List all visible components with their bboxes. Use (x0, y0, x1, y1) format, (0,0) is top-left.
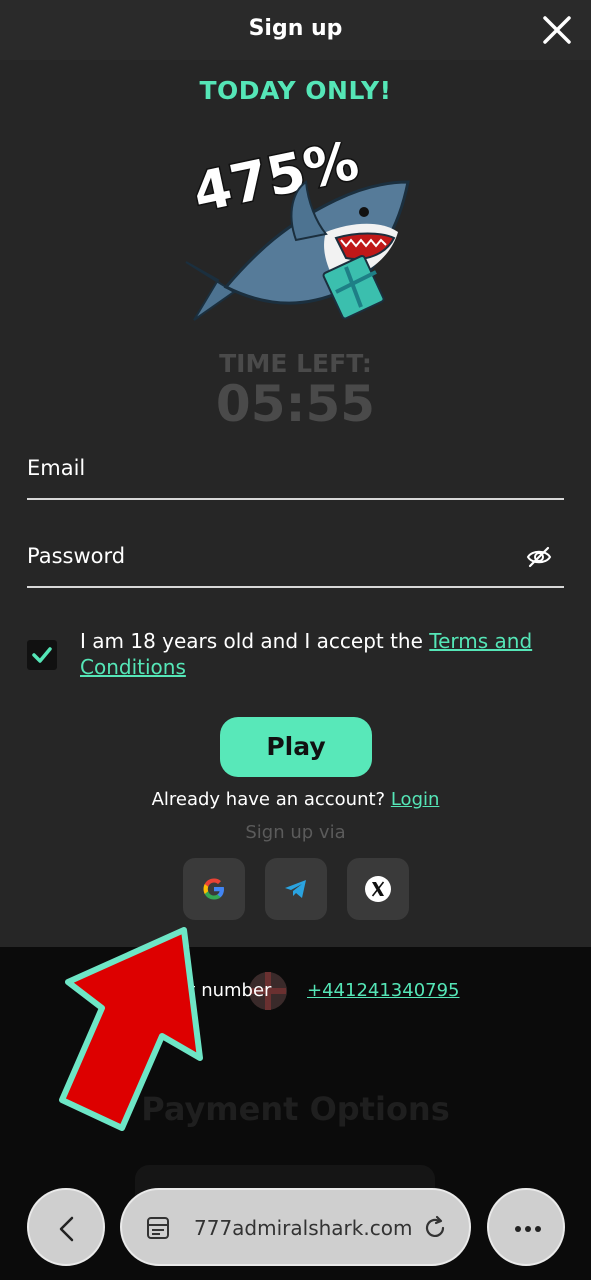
signup-modal: TODAY ONLY! 475% TIME LEFT: 05:55 Email … (0, 60, 591, 947)
email-label: Email (27, 456, 86, 480)
red-arrow-annotation (59, 927, 203, 1131)
close-icon[interactable] (541, 14, 573, 46)
hide-password-icon[interactable] (526, 544, 552, 570)
reload-icon[interactable] (421, 1214, 449, 1242)
password-label: Password (27, 544, 126, 568)
x-icon (365, 876, 391, 902)
back-button[interactable] (27, 1188, 105, 1266)
login-prompt: Already have an account? Login (0, 789, 591, 810)
page-title: Sign up (248, 16, 343, 41)
countdown-timer: 05:55 (215, 375, 376, 433)
x-signup-button[interactable] (347, 858, 409, 920)
terms-agreement: I am 18 years old and I accept the Terms… (80, 628, 570, 680)
timer-label: TIME LEFT: (219, 349, 372, 378)
promo-headline: TODAY ONLY! (199, 76, 392, 105)
tabs-icon (147, 1217, 169, 1239)
agree-text: I am 18 years old and I accept the (80, 629, 430, 653)
support-phone-link[interactable]: +441241340795 (307, 980, 460, 1001)
telegram-signup-button[interactable] (265, 858, 327, 920)
terms-checkbox[interactable] (27, 640, 57, 670)
more-dots-icon (515, 1226, 541, 1232)
url-text: 777admiralshark.com (194, 1216, 413, 1240)
password-field[interactable]: Password (27, 538, 564, 588)
shark-mascot-illustration: 475% (185, 142, 410, 321)
address-bar[interactable]: 777admiralshark.com (120, 1188, 471, 1266)
checkmark-icon (32, 647, 52, 663)
signup-via-label: Sign up via (245, 822, 346, 843)
email-field[interactable]: Email (27, 450, 564, 500)
login-link[interactable]: Login (391, 789, 440, 810)
chevron-left-icon (59, 1216, 74, 1242)
google-signup-button[interactable] (183, 858, 245, 920)
play-button[interactable]: Play (220, 717, 372, 777)
browser-toolbar: 777admiralshark.com (0, 1180, 591, 1280)
telegram-icon (285, 880, 306, 898)
have-account-text: Already have an account? (151, 789, 391, 810)
google-icon (203, 878, 224, 900)
more-options-button[interactable] (487, 1188, 565, 1266)
signup-header: Sign up (0, 0, 591, 60)
